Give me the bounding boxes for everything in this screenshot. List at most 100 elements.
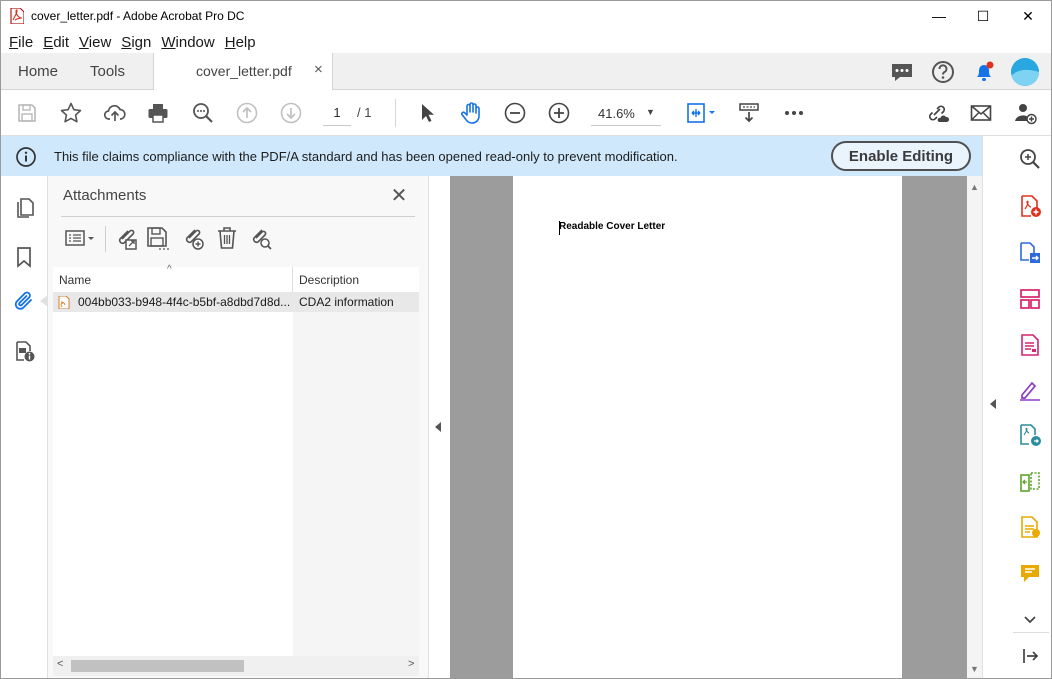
- zoom-value: 41.6%: [598, 106, 635, 121]
- description-column-bg: [293, 312, 419, 659]
- column-header-name[interactable]: Name: [53, 267, 293, 292]
- page-number-input[interactable]: 1: [323, 100, 351, 126]
- column-header-description[interactable]: Description: [293, 267, 419, 292]
- zoom-out-icon[interactable]: [497, 90, 533, 136]
- pdfa-notice-bar: This file claims compliance with the PDF…: [1, 136, 982, 176]
- print-icon[interactable]: [140, 90, 176, 136]
- vertical-scrollbar[interactable]: ▲ ▼: [967, 176, 982, 678]
- attachments-table: Name ^ Description 004bb033-b948-4f4c-b5…: [53, 264, 419, 659]
- menu-edit-accel: E: [43, 33, 54, 51]
- create-pdf-icon[interactable]: [1012, 188, 1048, 224]
- title-bar: cover_letter.pdf - Adobe Acrobat Pro DC …: [1, 1, 1051, 31]
- collapse-left-icon[interactable]: [435, 422, 441, 432]
- fit-page-icon[interactable]: [681, 90, 721, 136]
- attachments-paperclip-icon[interactable]: [9, 286, 39, 316]
- cloud-upload-icon[interactable]: [97, 90, 133, 136]
- menu-edit[interactable]: Edit: [38, 34, 74, 51]
- fill-sign-icon[interactable]: [1012, 372, 1048, 408]
- more-tools-icon[interactable]: [776, 90, 812, 136]
- next-page-icon[interactable]: [273, 90, 309, 136]
- edit-pdf-icon[interactable]: [1012, 327, 1048, 363]
- search-zoom-icon[interactable]: [1012, 141, 1048, 177]
- scroll-mode-icon[interactable]: [731, 90, 767, 136]
- comment-bubble-icon[interactable]: [889, 59, 915, 85]
- acrobat-pdf-icon: [10, 7, 25, 29]
- tab-close-icon[interactable]: ×: [314, 61, 323, 78]
- help-icon[interactable]: [930, 59, 956, 85]
- zoom-in-icon[interactable]: [541, 90, 577, 136]
- find-icon[interactable]: [185, 90, 221, 136]
- minimize-button[interactable]: —: [916, 1, 962, 31]
- search-attachment-icon[interactable]: [244, 222, 276, 254]
- enable-editing-button[interactable]: Enable Editing: [831, 141, 971, 171]
- send-for-signature-icon[interactable]: [1012, 417, 1048, 453]
- left-navigation-rail: [1, 176, 48, 678]
- bookmarks-icon[interactable]: [9, 242, 39, 272]
- menu-sign[interactable]: Sign: [116, 34, 156, 51]
- page-total: / 1: [357, 105, 372, 120]
- avatar[interactable]: [1011, 58, 1039, 86]
- tab-tools[interactable]: Tools: [90, 53, 125, 90]
- share-link-icon[interactable]: [919, 90, 955, 136]
- attachment-description: CDA2 information: [299, 295, 394, 309]
- email-icon[interactable]: [963, 90, 999, 136]
- scroll-up-icon[interactable]: ▲: [970, 182, 979, 192]
- expand-tools-icon[interactable]: [990, 399, 996, 409]
- panel-splitter[interactable]: [428, 176, 450, 678]
- close-panel-icon[interactable]: ✕: [386, 182, 412, 208]
- options-menu-icon[interactable]: [61, 222, 101, 254]
- close-window-button[interactable]: ✕: [1005, 1, 1051, 31]
- menu-view[interactable]: View: [74, 34, 116, 51]
- organize-pages-icon[interactable]: [1012, 281, 1048, 317]
- previous-page-icon[interactable]: [229, 90, 265, 136]
- menu-bar: File Edit View Sign Window Help: [1, 31, 1051, 53]
- menu-file[interactable]: File: [4, 34, 38, 51]
- menu-sign-accel: S: [121, 33, 132, 51]
- save-attachment-icon[interactable]: [142, 222, 174, 254]
- bookmark-star-icon[interactable]: [53, 90, 89, 136]
- collapse-pane-icon[interactable]: [1012, 638, 1048, 674]
- scan-ocr-icon[interactable]: [1012, 509, 1048, 545]
- tab-document[interactable]: cover_letter.pdf ×: [153, 53, 333, 91]
- add-user-icon[interactable]: [1007, 90, 1043, 136]
- document-viewport[interactable]: Readable Cover Letter: [450, 176, 967, 678]
- compare-files-icon[interactable]: [1012, 464, 1048, 500]
- attachment-name: 004bb033-b948-4f4c-b5bf-a8dbd7d8d...: [78, 295, 290, 309]
- scroll-left-icon[interactable]: <: [57, 658, 63, 670]
- panel-toolbar-divider: [105, 226, 106, 252]
- export-pdf-icon[interactable]: [1012, 235, 1048, 271]
- document-heading: Readable Cover Letter: [559, 221, 666, 232]
- save-icon[interactable]: [9, 90, 45, 136]
- menu-sign-label: ign: [131, 33, 152, 51]
- zoom-select[interactable]: 41.6% ▼: [591, 100, 661, 126]
- menu-file-accel: F: [9, 33, 19, 51]
- notification-bell-icon[interactable]: [971, 59, 997, 85]
- menu-window-accel: W: [161, 33, 176, 51]
- tab-home[interactable]: Home: [18, 53, 58, 90]
- rail-divider: [1013, 632, 1049, 633]
- maximize-button[interactable]: ☐: [960, 1, 1006, 31]
- scrollbar-thumb[interactable]: [71, 660, 244, 672]
- notice-message: This file claims compliance with the PDF…: [54, 149, 678, 164]
- table-row[interactable]: 004bb033-b948-4f4c-b5bf-a8dbd7d8d... CDA…: [53, 292, 419, 312]
- active-pointer: [40, 295, 48, 307]
- add-attachment-icon[interactable]: [176, 222, 208, 254]
- select-cursor-icon[interactable]: [409, 90, 445, 136]
- horizontal-scrollbar[interactable]: < >: [53, 656, 419, 676]
- main-toolbar: 1 / 1 41.6% ▼: [1, 90, 1051, 136]
- scroll-right-icon[interactable]: >: [408, 658, 414, 670]
- open-attachment-icon[interactable]: [109, 222, 141, 254]
- scroll-down-icon[interactable]: ▼: [970, 664, 979, 674]
- menu-window-label: indow: [175, 33, 215, 51]
- hand-tool-icon[interactable]: [453, 90, 489, 136]
- sort-ascending-icon: ^: [167, 264, 172, 275]
- comment-icon[interactable]: [1012, 555, 1048, 591]
- menu-help[interactable]: Help: [220, 34, 261, 51]
- document-properties-icon[interactable]: [9, 336, 39, 366]
- tab-document-label: cover_letter.pdf: [196, 63, 292, 79]
- menu-edit-label: dit: [53, 33, 70, 51]
- menu-window[interactable]: Window: [156, 34, 219, 51]
- page-thumbnails-icon[interactable]: [9, 193, 39, 223]
- info-icon: [15, 146, 37, 173]
- delete-attachment-icon[interactable]: [211, 222, 243, 254]
